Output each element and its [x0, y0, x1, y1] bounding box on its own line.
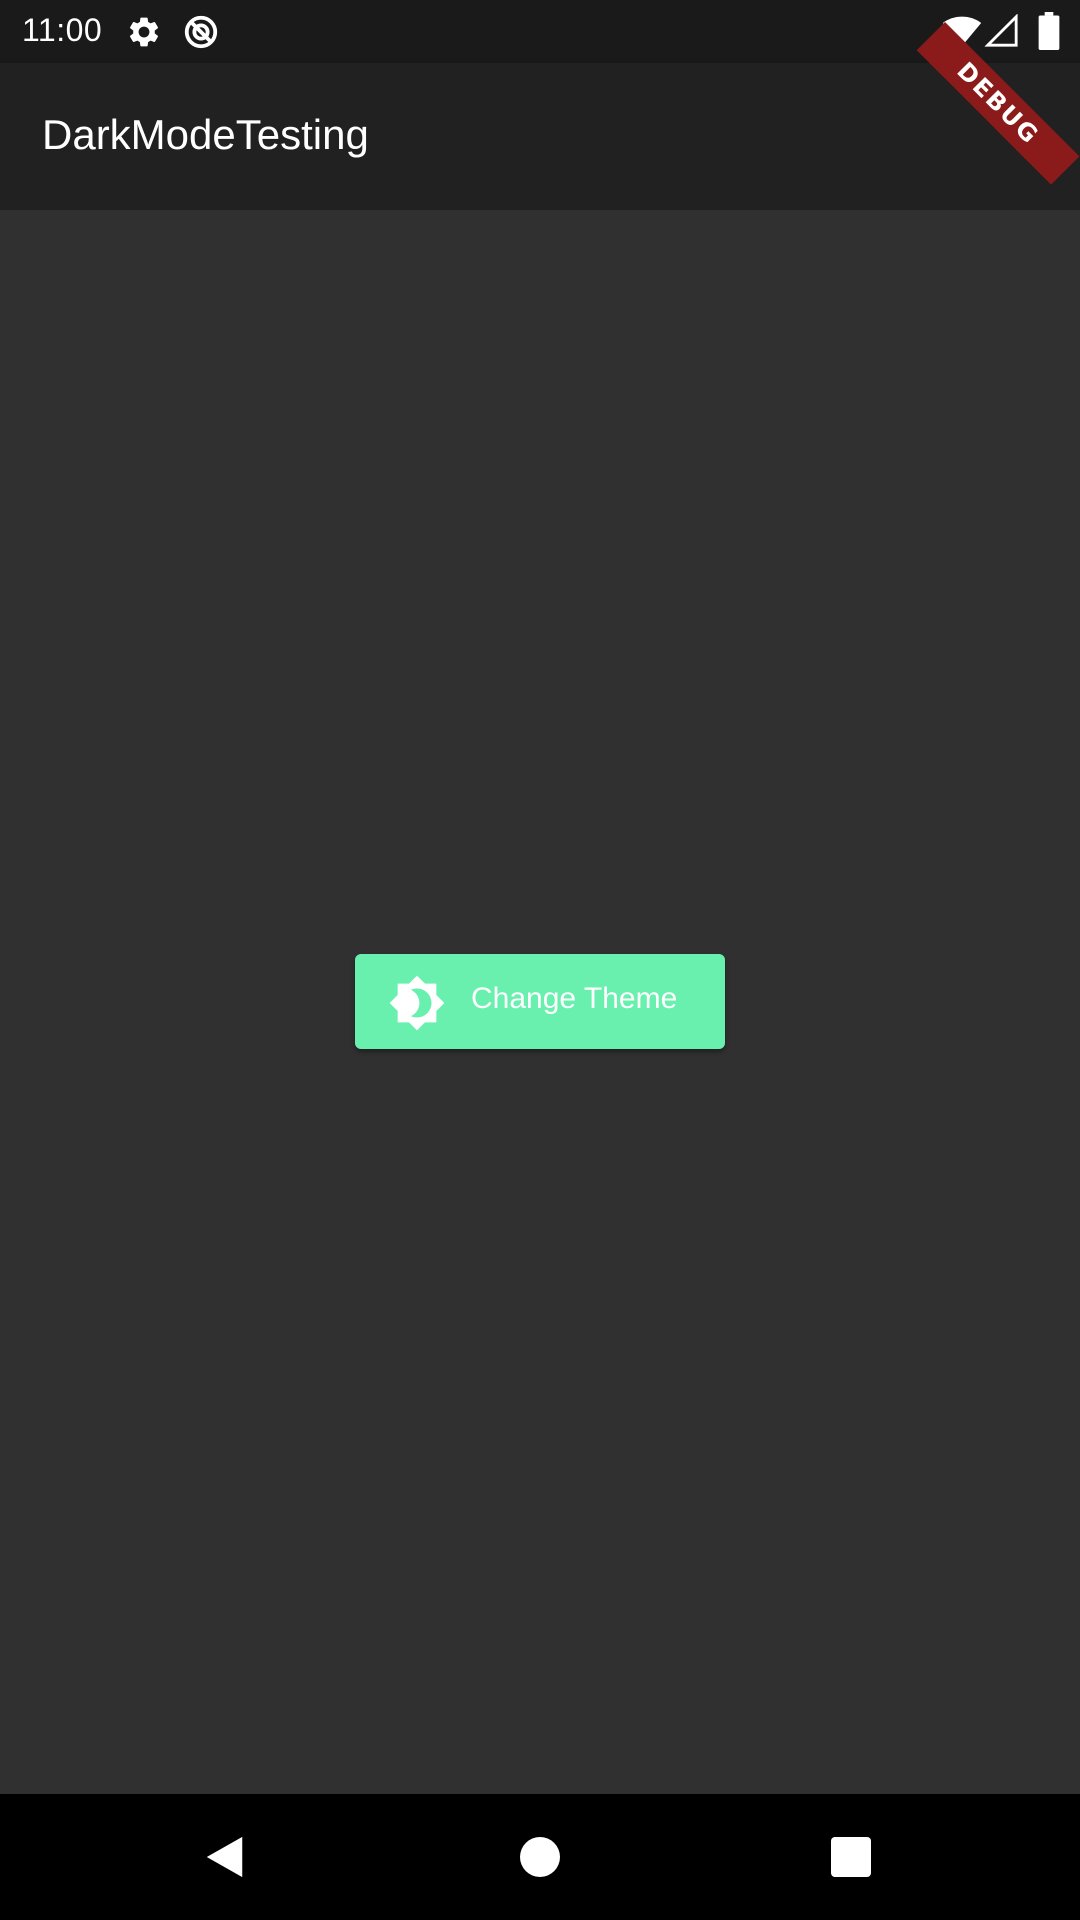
status-time: 11:00 [22, 12, 103, 48]
recents-button[interactable] [761, 1794, 941, 1920]
app-title: DarkModeTesting [42, 111, 369, 158]
status-bar: 11:00 [0, 0, 1080, 63]
back-button[interactable] [135, 1794, 315, 1920]
navigation-bar [0, 1794, 1080, 1920]
home-icon [520, 1837, 560, 1877]
recents-icon [831, 1837, 871, 1877]
change-theme-button[interactable]: Change Theme [355, 954, 725, 1049]
brightness-icon [388, 974, 446, 1032]
change-theme-label: Change Theme [471, 982, 678, 1015]
home-button[interactable] [450, 1794, 630, 1920]
cell-signal-icon [984, 13, 1020, 53]
back-icon [206, 1836, 243, 1878]
wifi-icon [942, 14, 982, 53]
gear-icon [126, 14, 162, 55]
data-saver-icon [182, 13, 220, 56]
battery-icon [1038, 12, 1060, 55]
app-bar: DarkModeTesting [0, 63, 1080, 210]
